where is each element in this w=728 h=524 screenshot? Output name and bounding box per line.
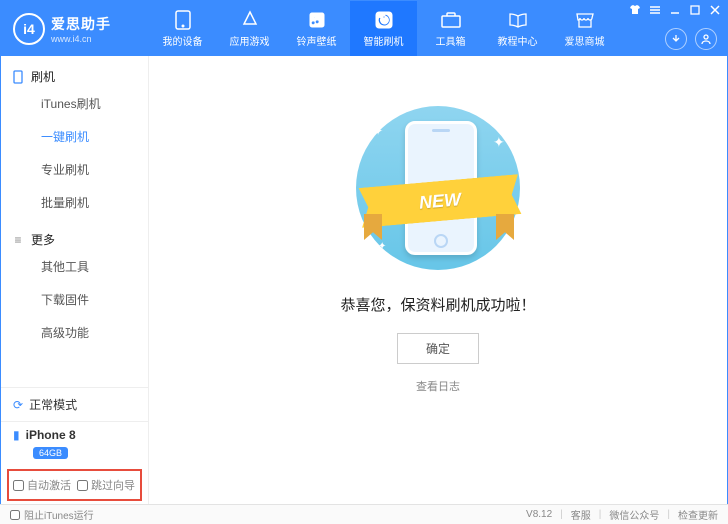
- phone-icon: [173, 10, 193, 30]
- mode-indicator[interactable]: ⟳ 正常模式: [1, 387, 148, 421]
- header-tabs: 我的设备 应用游戏 铃声壁纸 智能刷机 工具箱 教程中心 爱思商城: [149, 1, 618, 56]
- tab-toolbox[interactable]: 工具箱: [417, 1, 484, 56]
- sidebar-item-oneclick-flash[interactable]: 一键刷机: [1, 120, 148, 153]
- sidebar-group-flash[interactable]: 刷机: [1, 56, 148, 87]
- tshirt-icon[interactable]: [629, 4, 641, 16]
- mode-label: 正常模式: [29, 396, 77, 413]
- main-area: 刷机 iTunes刷机 一键刷机 专业刷机 批量刷机 ≡ 更多 其他工具 下载固…: [1, 56, 727, 505]
- checkbox-skip-guide[interactable]: 跳过向导: [77, 477, 135, 493]
- checkbox-block-itunes[interactable]: 阻止iTunes运行: [10, 507, 94, 522]
- sidebar-item-itunes-flash[interactable]: iTunes刷机: [1, 87, 148, 120]
- more-icon: ≡: [11, 233, 25, 247]
- logo-icon: i4: [13, 13, 45, 45]
- brand-url: www.i4.cn: [51, 34, 111, 44]
- app-header: i4 爱思助手 www.i4.cn 我的设备 应用游戏 铃声壁纸 智能刷机 工具…: [1, 1, 727, 56]
- status-bar: 阻止iTunes运行 V8.12 | 客服 | 微信公众号 | 检查更新: [0, 504, 728, 524]
- sidebar-item-download-firmware[interactable]: 下载固件: [1, 283, 148, 316]
- sidebar-item-pro-flash[interactable]: 专业刷机: [1, 153, 148, 186]
- menu-icon[interactable]: [649, 4, 661, 16]
- apps-icon: [240, 10, 260, 30]
- header-secondary-icons: [665, 28, 717, 50]
- version-label: V8.12: [526, 509, 552, 520]
- close-icon[interactable]: [709, 4, 721, 16]
- flash-icon: [374, 10, 394, 30]
- tab-tutorials[interactable]: 教程中心: [484, 1, 551, 56]
- group-title: 更多: [31, 231, 55, 248]
- options-highlighted: 自动激活 跳过向导: [7, 469, 142, 501]
- ok-button[interactable]: 确定: [397, 333, 479, 364]
- phone-small-icon: [11, 70, 25, 84]
- tab-my-device[interactable]: 我的设备: [149, 1, 216, 56]
- device-box[interactable]: ▮ iPhone 8 64GB: [1, 421, 148, 465]
- tab-apps-games[interactable]: 应用游戏: [216, 1, 283, 56]
- content-panel: ✦ ✦ ✦ NEW 恭喜您，保资料刷机成功啦！ 确定 查看日志: [149, 56, 727, 505]
- sidebar-item-batch-flash[interactable]: 批量刷机: [1, 186, 148, 219]
- sidebar: 刷机 iTunes刷机 一键刷机 专业刷机 批量刷机 ≡ 更多 其他工具 下载固…: [1, 56, 149, 505]
- group-title: 刷机: [31, 68, 55, 85]
- view-log-link[interactable]: 查看日志: [416, 378, 460, 394]
- brand-logo[interactable]: i4 爱思助手 www.i4.cn: [1, 13, 149, 45]
- sidebar-item-other-tools[interactable]: 其他工具: [1, 250, 148, 283]
- music-icon: [307, 10, 327, 30]
- footer-service[interactable]: 客服: [571, 507, 591, 522]
- device-icon: ▮: [13, 428, 20, 442]
- success-message: 恭喜您，保资料刷机成功啦！: [340, 294, 535, 315]
- refresh-icon: ⟳: [13, 398, 23, 412]
- tab-ringtones[interactable]: 铃声壁纸: [283, 1, 350, 56]
- download-icon[interactable]: [665, 28, 687, 50]
- brand-name: 爱思助手: [51, 14, 111, 34]
- device-name: iPhone 8: [26, 428, 76, 442]
- book-icon: [508, 10, 528, 30]
- store-icon: [575, 10, 595, 30]
- toolbox-icon: [441, 10, 461, 30]
- footer-wechat[interactable]: 微信公众号: [609, 507, 659, 522]
- success-illustration: ✦ ✦ ✦ NEW: [338, 106, 538, 276]
- tab-smart-flash[interactable]: 智能刷机: [350, 1, 417, 56]
- storage-badge: 64GB: [33, 447, 68, 459]
- sidebar-item-advanced[interactable]: 高级功能: [1, 316, 148, 349]
- sidebar-group-more[interactable]: ≡ 更多: [1, 219, 148, 250]
- tab-store[interactable]: 爱思商城: [551, 1, 618, 56]
- user-icon[interactable]: [695, 28, 717, 50]
- maximize-icon[interactable]: [689, 4, 701, 16]
- footer-check-update[interactable]: 检查更新: [678, 507, 718, 522]
- minimize-icon[interactable]: [669, 4, 681, 16]
- window-controls: [629, 4, 721, 16]
- checkbox-auto-activate[interactable]: 自动激活: [13, 477, 71, 493]
